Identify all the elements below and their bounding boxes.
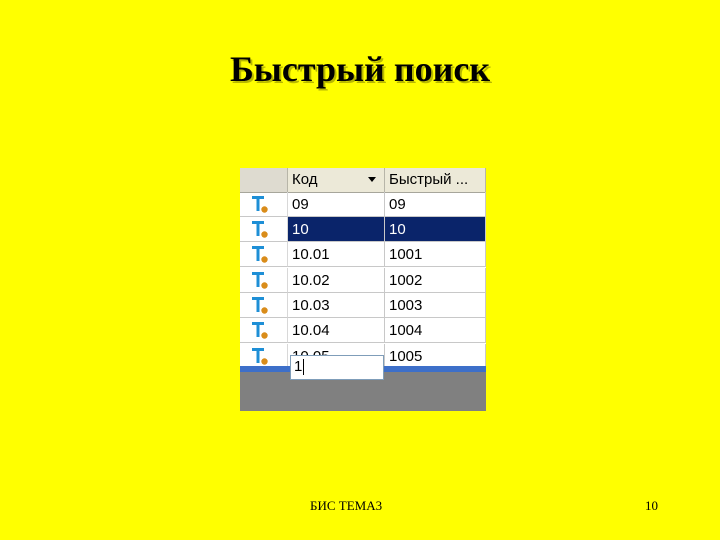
header-code-label: Код xyxy=(292,171,318,188)
cell-quick[interactable]: 1004 xyxy=(385,318,486,343)
quick-search-grid: Код Быстрый ... 09 09 10 10 10.01 1001 10.02 10… xyxy=(240,168,486,411)
cell-code[interactable]: 10.02 xyxy=(288,268,385,293)
sort-down-icon xyxy=(368,177,376,182)
row-icon-cell xyxy=(240,318,288,343)
cell-code[interactable]: 10 xyxy=(288,217,385,242)
cell-code[interactable]: 09 xyxy=(288,192,385,217)
text-caret xyxy=(303,359,305,376)
t-icon xyxy=(252,221,268,238)
row-icon-cell xyxy=(240,293,288,318)
t-icon xyxy=(252,322,268,339)
t-icon xyxy=(252,246,268,263)
header-icon-column[interactable] xyxy=(240,168,288,192)
table-row[interactable]: 10.02 1002 xyxy=(240,268,486,293)
cell-code[interactable]: 10.04 xyxy=(288,318,385,343)
t-icon xyxy=(252,272,268,289)
row-icon-cell xyxy=(240,192,288,217)
t-icon xyxy=(252,196,268,213)
table-row[interactable]: 09 09 xyxy=(240,192,486,217)
table-row[interactable]: 10.01 1001 xyxy=(240,242,486,267)
t-icon xyxy=(252,348,268,365)
row-icon-cell xyxy=(240,242,288,267)
table-row[interactable]: 10.04 1004 xyxy=(240,318,486,343)
header-quick-label: Быстрый ... xyxy=(389,171,469,188)
page-number: 10 xyxy=(645,498,658,513)
table-row[interactable]: 10 10 xyxy=(240,217,486,242)
header-code[interactable]: Код xyxy=(288,168,385,192)
quick-search-value: 1 xyxy=(294,358,303,375)
slide-title: Быстрый поиск xyxy=(229,49,491,89)
row-icon-cell xyxy=(240,217,288,242)
row-icon-cell xyxy=(240,268,288,293)
cell-quick[interactable]: 1003 xyxy=(385,293,486,318)
table-row[interactable]: 10.03 1003 xyxy=(240,293,486,318)
cell-quick[interactable]: 09 xyxy=(385,192,486,217)
header-quick[interactable]: Быстрый ... xyxy=(385,168,486,192)
grid-header: Код Быстрый ... xyxy=(240,168,486,193)
cell-quick[interactable]: 1001 xyxy=(385,242,486,267)
cell-quick[interactable]: 10 xyxy=(385,217,486,242)
footer-text: БИС ТЕМА3 xyxy=(310,498,383,513)
cell-quick[interactable]: 1002 xyxy=(385,268,486,293)
cell-code[interactable]: 10.01 xyxy=(288,242,385,267)
cell-code[interactable]: 10.03 xyxy=(288,293,385,318)
t-icon xyxy=(252,297,268,314)
quick-search-input[interactable]: 1 xyxy=(290,355,384,380)
